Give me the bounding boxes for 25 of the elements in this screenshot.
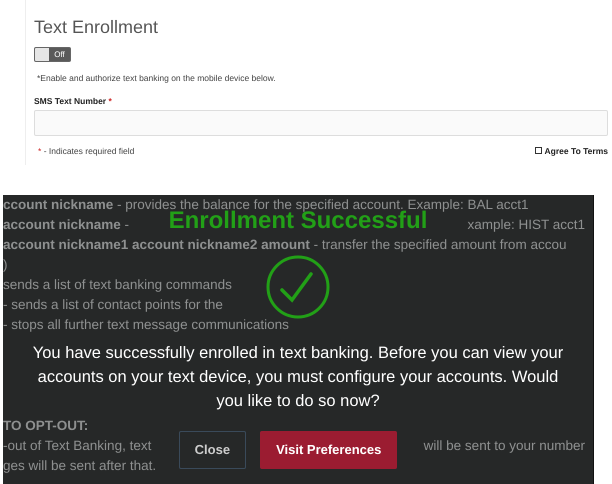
background-text: - stops all further text message communications [3,316,289,334]
note-text: *Enable and authorize text banking on the mobile device below. [37,72,277,85]
background-text: will be sent to your number [424,437,586,455]
background-heading: TO OPT-OUT: [3,417,88,435]
section-title: Text Enrollment [34,16,160,39]
background-text: -out of Text Banking, text [3,437,152,455]
background-text: ccount nickname - provides the balance for the specified account. Example: BAL acct1 [3,196,529,212]
background-text: ) [3,256,8,274]
checkmark-icon [266,255,330,319]
background-text: sends a list of text banking commands [3,276,232,294]
required-note: * - Indicates required field [38,144,134,158]
background-text: xample: HIST acct1 [467,216,586,234]
close-button[interactable]: Close [178,431,246,469]
background-text: account nickname - [3,216,130,234]
sms-number-field[interactable] [34,110,608,136]
agree-checkbox[interactable] [534,147,542,154]
background-text: ges will be sent after that. [3,457,156,475]
agree-label: Agree To Terms [544,144,608,158]
background-text: account nickname1 account nickname2 amount - transfer the specified amount from accou [3,236,566,254]
dialog-message: You have successfully enrolled in text banking. Before you can view your accounts on your text device, you must configure your accounts. Would you like to do so now? [32,343,564,412]
dialog-title: Enrollment Successful [168,209,428,233]
field-label: SMS Text Number * [34,94,113,108]
visit-preferences-button[interactable]: Visit Preferences [260,431,398,469]
toggle-switch[interactable]: Off [34,47,71,62]
background-text: - sends a list of contact points for the [3,296,223,314]
